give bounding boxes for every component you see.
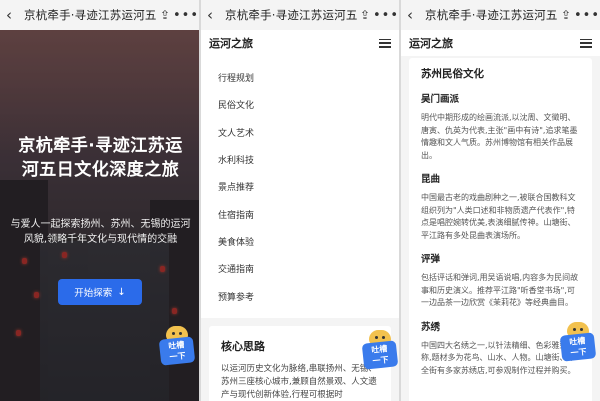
mascot-sign: 吐槽 一下 [361,340,399,370]
section-title: 苏绣 [421,321,441,333]
back-icon[interactable]: ‹ [407,6,421,24]
menu-item-water-tech[interactable]: 水利科技 [201,146,399,173]
cta-label: 开始探索 [74,288,113,299]
menu-item-attractions[interactable]: 景点推荐 [201,173,399,200]
browser-topbar: ‹ 京杭牵手·寻迹江苏运河五... ⇪ ••• [401,0,600,30]
site-brand[interactable]: 运河之旅 [409,35,580,51]
card-title: 核心思路 [221,340,265,353]
menu-item-literati-art[interactable]: 文人艺术 [201,119,399,146]
feedback-mascot-button[interactable]: 吐槽 一下 [361,330,399,370]
share-icon[interactable]: ⇪ [357,8,373,22]
hamburger-icon[interactable] [580,38,592,48]
section-body: 中国四大名绣之一,以针法精细、色彩雅致著称,题材多为花鸟、山水、人物。山塘街、十… [421,340,576,375]
page-title: 京杭牵手·寻迹江苏运河五... [24,8,157,22]
hero-title: 京杭牵手·寻迹江苏运河五日文化深度之旅 [18,136,183,180]
menu-item-food[interactable]: 美食体验 [201,228,399,255]
mascot-text: 一下 [570,347,588,358]
screen-folk-culture: ‹ 京杭牵手·寻迹江苏运河五... ⇪ ••• 运河之旅 苏州民俗文化 吴门画派… [401,0,600,401]
menu-item-itinerary[interactable]: 行程规划 [201,64,399,91]
more-icon[interactable]: ••• [574,8,599,23]
section-body: 中国最古老的戏曲剧种之一,被联合国教科文组织列为"人类口述和非物质遗产代表作",… [421,193,576,240]
site-header: 运河之旅 [201,30,399,56]
section-heading: 苏州民俗文化 [421,68,484,80]
section-title: 吴门画派 [421,94,460,105]
back-icon[interactable]: ‹ [207,6,221,24]
screen-menu: ‹ 京杭牵手·寻迹江苏运河五... ⇪ ••• 运河之旅 行程规划 民俗文化 文… [201,0,399,401]
arrow-down-icon: ↓ [117,286,126,298]
mascot-text: 一下 [372,355,390,366]
browser-topbar: ‹ 京杭牵手·寻迹江苏运河五... ⇪ ••• [201,0,399,30]
culture-section: 苏绣 中国四大名绣之一,以针法精细、色彩雅致著称,题材多为花鸟、山水、人物。山塘… [421,319,580,378]
more-icon[interactable]: ••• [373,8,398,23]
feedback-mascot-button[interactable]: 吐槽 一下 [158,326,196,366]
menu-item-transport[interactable]: 交通指南 [201,255,399,282]
mascot-sign: 吐槽 一下 [559,332,597,362]
culture-section: 评弹 包括评话和弹词,用吴语说唱,内容多为民间故事和历史演义。推荐平江路"听香堂… [421,251,580,310]
back-icon[interactable]: ‹ [6,6,20,24]
page-title: 京杭牵手·寻迹江苏运河五... [225,8,357,22]
section-title: 评弹 [421,254,441,265]
menu-item-lodging[interactable]: 住宿指南 [201,200,399,227]
culture-section: 昆曲 中国最古老的戏曲剧种之一,被联合国教科文组织列为"人类口述和非物质遗产代表… [421,171,580,242]
start-explore-button[interactable]: 开始探索 ↓ [58,279,142,305]
site-header: 运河之旅 [401,30,600,56]
share-icon[interactable]: ⇪ [558,8,574,22]
browser-topbar: ‹ 京杭牵手·寻迹江苏运河五... ⇪ ••• [0,0,199,30]
page-title: 京杭牵手·寻迹江苏运河五... [425,8,558,22]
section-title: 昆曲 [421,174,441,185]
screen-hero: ‹ 京杭牵手·寻迹江苏运河五... ⇪ ••• 京杭牵手·寻迹江苏运河五日文化深… [0,0,199,401]
feedback-mascot-button[interactable]: 吐槽 一下 [559,322,597,362]
triple-screenshot: ‹ 京杭牵手·寻迹江苏运河五... ⇪ ••• 京杭牵手·寻迹江苏运河五日文化深… [0,0,600,401]
hero-subtitle: 与爱人一起探索扬州、苏州、无锡的运河风貌,领略千年文化与现代情的交融 [10,219,191,245]
more-icon[interactable]: ••• [173,8,198,23]
mascot-text: 一下 [169,351,187,362]
section-body: 包括评话和弹词,用吴语说唱,内容多为民间故事和历史演义。推荐平江路"听香堂书场"… [421,273,579,307]
culture-section: 吴门画派 明代中期形成的绘画流派,以沈周、文徵明、唐寅、仇英为代表,主张"画中有… [421,91,580,162]
mascot-sign: 吐槽 一下 [158,336,196,366]
hamburger-icon[interactable] [379,38,391,48]
site-brand[interactable]: 运河之旅 [209,35,379,51]
menu-item-folk-culture[interactable]: 民俗文化 [201,91,399,118]
card-body: 以运河历史文化为脉络,串联扬州、无锡、苏州三座核心城市,兼顾自然景观、人文遗产与… [221,364,377,400]
menu-item-budget[interactable]: 预算参考 [201,282,399,309]
nav-menu: 行程规划 民俗文化 文人艺术 水利科技 景点推荐 住宿指南 美食体验 交通指南 … [201,56,399,318]
section-body: 明代中期形成的绘画流派,以沈周、文徵明、唐寅、仇英为代表,主张"画中有诗",追求… [421,113,578,160]
share-icon[interactable]: ⇪ [157,8,173,22]
